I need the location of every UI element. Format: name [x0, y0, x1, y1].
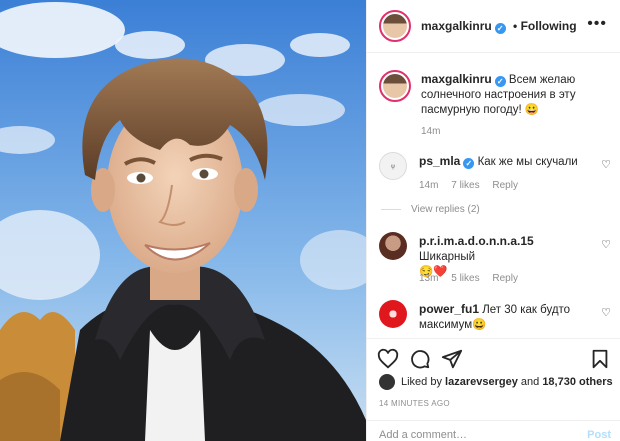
author-username[interactable]: maxgalkinru	[421, 19, 492, 33]
caption-avatar[interactable]	[379, 70, 411, 102]
view-replies-button[interactable]: View replies (2)	[381, 204, 480, 215]
reply-button[interactable]: Reply	[492, 273, 518, 284]
verified-icon: ✓	[463, 158, 475, 169]
comments-list: maxgalkinru ✓ Всем желаю солнечного настр…	[367, 54, 620, 336]
post-header: maxgalkinru ✓ • Following •••	[367, 0, 620, 53]
commenter-avatar[interactable]	[379, 300, 407, 328]
commenter-username[interactable]: power_fu1	[419, 302, 479, 316]
post-timestamp: 14 MINUTES AGO	[379, 399, 450, 408]
heart-icon[interactable]	[377, 348, 399, 370]
comment-time: 14m	[419, 180, 439, 191]
verified-icon: ✓	[494, 76, 506, 87]
commenter-avatar[interactable]: ψ	[379, 152, 407, 180]
action-bar	[367, 338, 620, 372]
post-photo[interactable]	[0, 0, 366, 441]
likes-summary: Liked by lazarevsergey and 18,730 others	[379, 374, 613, 390]
post-side-panel: maxgalkinru ✓ • Following ••• maxgalkinru…	[366, 0, 620, 441]
verified-icon: ✓	[494, 22, 506, 34]
comment-like-heart-icon[interactable]: ♡	[601, 158, 611, 171]
add-comment-input[interactable]: Add a comment…	[379, 429, 467, 441]
likes-count[interactable]: 18,730 others	[542, 376, 612, 388]
add-comment-bar: Add a comment… Post	[367, 420, 620, 441]
comment-icon[interactable]	[409, 348, 431, 370]
comment-item: power_fu1 Лет 30 как будто максимум😀 ♡	[379, 300, 611, 336]
caption-username[interactable]: maxgalkinru	[421, 72, 492, 86]
caption: maxgalkinru ✓ Всем желаю солнечного настр…	[379, 70, 611, 140]
comment-item: ψ ps_mla ✓ Как же мы скучали ♡ 14m 7 like…	[379, 152, 611, 222]
bookmark-icon[interactable]	[589, 348, 611, 370]
commenter-username[interactable]: p.r.i.m.a.d.o.n.n.a.15	[419, 234, 534, 248]
instagram-post: maxgalkinru ✓ • Following ••• maxgalkinru…	[0, 0, 620, 441]
author-avatar[interactable]	[379, 10, 411, 42]
reply-button[interactable]: Reply	[492, 180, 518, 191]
commenter-username[interactable]: ps_mla	[419, 154, 460, 168]
share-icon[interactable]	[441, 348, 463, 370]
selfie-photo	[0, 0, 366, 441]
comment-like-heart-icon[interactable]: ♡	[601, 306, 611, 319]
comment-likes[interactable]: 7 likes	[451, 180, 479, 191]
comment-text: Как же мы скучали	[477, 156, 578, 168]
comment-item: p.r.i.m.a.d.o.n.n.a.15 Шикарный 😏❤️ ♡ 13…	[379, 232, 611, 292]
comment-time: 13m	[419, 273, 439, 284]
comment-text: Шикарный	[419, 251, 476, 263]
comment-like-heart-icon[interactable]: ♡	[601, 238, 611, 251]
caption-time: 14m	[421, 126, 441, 137]
more-icon[interactable]: •••	[587, 15, 607, 33]
following-button[interactable]: • Following	[513, 19, 577, 33]
comment-likes[interactable]: 5 likes	[451, 273, 479, 284]
commenter-avatar[interactable]	[379, 232, 407, 260]
post-comment-button[interactable]: Post	[587, 429, 611, 441]
liker-username[interactable]: lazarevsergey	[445, 376, 518, 388]
liker-avatar[interactable]	[379, 374, 395, 390]
